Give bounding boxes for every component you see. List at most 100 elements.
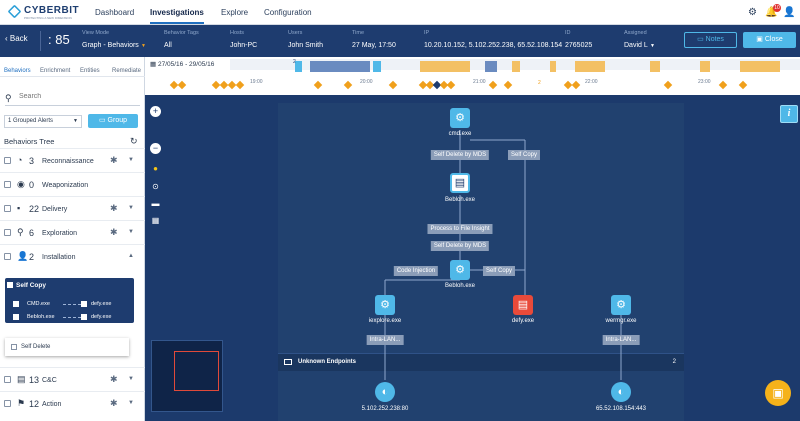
event-marker[interactable] [718,80,728,90]
timeline-date-range[interactable]: ▦ 27/05/16 - 29/05/16 [150,60,214,68]
checkbox[interactable] [4,157,11,164]
edge-label-process-to-file[interactable]: Process to File Insight [427,224,493,234]
checkbox[interactable] [13,314,19,320]
cyberbit-logo[interactable]: CYBERBIT PROTECTING A NEW DIMENSION [7,4,79,21]
checkbox[interactable] [4,229,11,236]
tree-item-label: Reconnaissance [42,158,94,165]
tree-item-command-and-control[interactable]: ▤ 13 C&C ✱ ▼ [0,367,145,391]
settings-gear-icon[interactable]: ⚙ [747,7,758,18]
endpoint-node-ip1[interactable]: ◐ [375,382,395,402]
process-node-cmd[interactable]: ⚙ [450,108,470,128]
event-marker[interactable] [663,80,673,90]
debug-icon[interactable]: ✱ [110,374,118,385]
edge-label-self-copy[interactable]: Self Copy [482,266,516,276]
view-mode-field[interactable]: View Mode Graph - Behaviors ▼ [82,30,146,49]
notification-count-badge: 10 [773,4,781,12]
grouped-alerts-select[interactable]: 1 Grouped Alerts ▼ [4,115,82,128]
chevron-up-icon[interactable]: ▲ [128,253,134,259]
event-marker[interactable] [503,80,513,90]
tab-remediate[interactable]: Remediate [112,68,141,74]
group-button[interactable]: ▭ Group [88,114,138,128]
process-node-iexplore[interactable]: ⚙ [375,295,395,315]
chevron-down-icon[interactable]: ▼ [128,400,134,406]
assigned-caret-icon[interactable]: ▼ [650,43,655,49]
debug-icon[interactable]: ✱ [110,203,118,214]
self-copy-title[interactable]: Self Copy [7,282,46,289]
edge-label-self-delete[interactable]: Self Delete by MDS [430,150,490,160]
edge-label-code-injection[interactable]: Code Injection [393,266,439,276]
file-node-bebloh[interactable]: ▤ [450,173,470,193]
tree-item-delivery[interactable]: ▪ 22 Delivery ✱ ▼ [0,196,145,220]
event-count-marker[interactable]: 2 [293,59,296,65]
chevron-down-icon[interactable]: ▼ [128,229,134,235]
event-marker[interactable] [571,80,581,90]
process-node-bebloh[interactable]: ⚙ [450,260,470,280]
nav-tab-dashboard[interactable]: Dashboard [95,8,134,17]
behavior-tags-label: Behavior Tags [164,30,199,36]
chevron-down-icon[interactable]: ▼ [128,376,134,382]
edge-label-self-delete[interactable]: Self Delete by MDS [430,241,490,251]
checkbox[interactable] [4,181,11,188]
activity-block [485,61,497,72]
notes-button[interactable]: ▭ Notes [684,32,737,48]
checkbox[interactable] [4,205,11,212]
nav-tab-explore[interactable]: Explore [221,8,248,17]
file-node-defy[interactable]: ▤ [513,295,533,315]
event-count-marker[interactable]: 2 [538,80,541,86]
edge-label-self-copy[interactable]: Self Copy [507,150,541,160]
process-node-wermgr[interactable]: ⚙ [611,295,631,315]
event-marker[interactable] [738,80,748,90]
event-marker[interactable] [446,80,456,90]
refresh-icon[interactable]: ↻ [130,136,138,147]
tree-item-action[interactable]: ⚑ 12 Action ✱ ▼ [0,391,145,415]
chevron-down-icon[interactable]: ▼ [128,205,134,211]
view-mode-caret-icon[interactable]: ▼ [141,43,146,49]
checkbox[interactable] [4,400,11,407]
checkbox[interactable] [11,344,17,350]
assigned-value[interactable]: David L [624,42,648,49]
tab-entities[interactable]: Entities [80,68,100,74]
tree-item-exploration[interactable]: ⚲ 6 Exploration ✱ ▼ [0,220,145,244]
chevron-down-icon[interactable]: ▼ [128,157,134,163]
timeline-tick-label: 22:00 [585,79,598,85]
checkbox[interactable] [4,376,11,383]
close-case-button[interactable]: ▣ Close [743,32,796,48]
checkbox[interactable] [81,301,87,307]
event-marker[interactable] [313,80,323,90]
checkbox[interactable] [7,282,13,288]
tree-item-reconnaissance[interactable]: ◔ 3 Reconnaissance ✱ ▼ [0,148,145,172]
tree-item-count: 6 [29,228,35,238]
timeline[interactable]: ▦ 27/05/16 - 29/05/16 19:00 20:00 21:00 … [145,57,800,95]
debug-icon[interactable]: ✱ [110,227,118,238]
tree-item-weaponization[interactable]: ◉ 0 Weaponization [0,172,145,196]
tab-behaviors[interactable]: Behaviors [4,68,31,74]
debug-icon[interactable]: ✱ [110,155,118,166]
timeline-overview-bar[interactable] [230,59,800,72]
event-marker[interactable] [488,80,498,90]
tree-item-installation[interactable]: 👤 2 Installation ▲ [0,244,145,268]
endpoint-node-ip2[interactable]: ◐ [611,382,631,402]
behaviors-search[interactable]: ⚲ [5,92,140,106]
event-marker[interactable] [177,80,187,90]
checkbox[interactable] [4,253,11,260]
assigned-field[interactable]: Assigned David L ▼ [624,30,655,49]
nav-tab-configuration[interactable]: Configuration [264,8,312,17]
edge-label-intra-lan[interactable]: Intra-LAN... [602,335,640,345]
view-mode-value[interactable]: Graph - Behaviors [82,42,139,49]
search-input[interactable] [19,93,134,100]
checkbox[interactable] [81,314,87,320]
nav-tab-investigations[interactable]: Investigations [150,8,204,24]
event-marker[interactable] [343,80,353,90]
toolbox-action-button[interactable]: ▣ [765,380,791,406]
self-copy-group[interactable]: Self Copy CMD.exe defy.exe Bebloh.exe defy… [5,278,134,323]
back-button[interactable]: ‹ Back [5,34,28,43]
hosts-field: Hosts John-PC [230,30,257,49]
event-marker[interactable] [388,80,398,90]
user-account-icon[interactable]: 👤 [783,7,795,18]
self-delete-group[interactable]: Self Delete [5,338,129,356]
debug-icon[interactable]: ✱ [110,398,118,409]
event-marker[interactable] [235,80,245,90]
edge-label-intra-lan[interactable]: Intra-LAN... [366,335,404,345]
tab-enrichment[interactable]: Enrichment [40,68,70,74]
checkbox[interactable] [13,301,19,307]
